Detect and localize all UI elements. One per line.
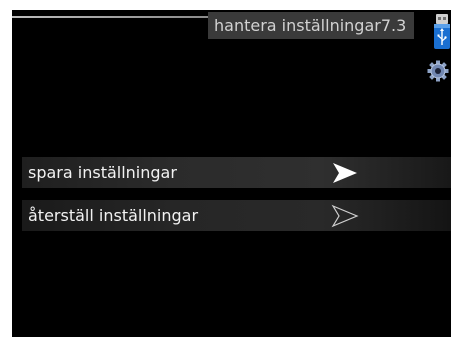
usb-stick-icon[interactable] <box>433 14 451 50</box>
arrow-right-outline-icon <box>331 204 359 228</box>
header-divider-line <box>12 16 210 18</box>
menu-number: 7.3 <box>380 16 407 35</box>
menu-item-label: återställ inställningar <box>28 206 199 225</box>
page-title-text: hantera inställningar <box>214 16 381 35</box>
page-title: hantera inställningar7.3 <box>208 12 415 39</box>
menu-item-restore-settings[interactable]: återställ inställningar <box>22 200 451 231</box>
display-screen: hantera inställningar7.3 spara inställni… <box>12 10 451 337</box>
menu-item-label: spara inställningar <box>28 163 177 182</box>
gear-icon[interactable] <box>427 60 449 82</box>
arrow-right-filled-icon <box>333 163 357 183</box>
menu-item-save-settings[interactable]: spara inställningar <box>22 157 451 188</box>
